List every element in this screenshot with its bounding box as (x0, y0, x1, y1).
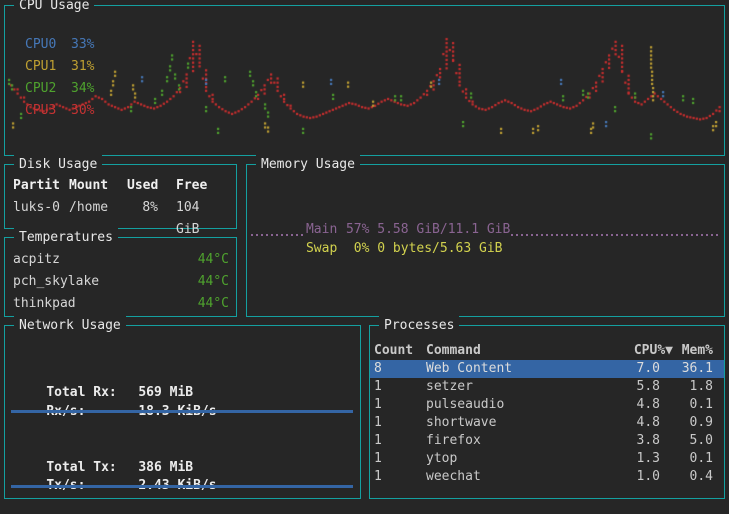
process-table-header: Count Command CPU%▼ Mem% (370, 342, 724, 360)
cpu2-legend-item: CPU234% (25, 78, 94, 100)
sensor-value: 44°C (198, 271, 229, 293)
disk-free: 104 GiB (158, 197, 230, 241)
temperatures-panel: Temperatures acpitz 44°C pch_skylake 44°… (4, 237, 237, 317)
header-command: Command (426, 342, 608, 360)
processes-panel-title: Processes (379, 316, 459, 335)
network-tx-rate: Tx/s:2.43 KiB/s (15, 457, 217, 476)
sensor-name: acpitz (13, 249, 60, 271)
process-row-firefox[interactable]: 1 firefox 3.8 5.0 (370, 432, 724, 450)
sensor-name: thinkpad (13, 293, 76, 315)
process-row-web-content[interactable]: 8 Web Content 7.0 36.1 (370, 360, 724, 378)
process-row-ytop[interactable]: 1 ytop 1.3 0.1 (370, 450, 724, 468)
memory-swap-row: Swap 0% 0 bytes/5.63 GiB (259, 220, 718, 239)
temperature-row-pch-skylake: pch_skylake 44°C (13, 271, 229, 293)
cpu-usage-graph (6, 7, 725, 155)
memory-main-row: Main57% 5.58 GiB/11.1 GiB (259, 201, 718, 220)
temperatures-panel-title: Temperatures (14, 228, 118, 247)
disk-table-row: luks-0 /home 8% 104 GiB (13, 197, 230, 219)
header-mem: Mem% (660, 342, 718, 360)
disk-used: 8% (127, 197, 158, 241)
memory-rows: Main57% 5.58 GiB/11.1 GiB Swap 0% 0 byte… (259, 201, 718, 239)
temperature-row-thinkpad: thinkpad 44°C (13, 293, 229, 315)
network-rx-rate: Rx/s:18.3 KiB/s (15, 383, 217, 402)
memory-swap-label: Swap (306, 239, 346, 258)
header-count: Count (374, 342, 426, 360)
process-row-setzer[interactable]: 1 setzer 5.8 1.8 (370, 378, 724, 396)
cpu-legend: CPU033% CPU131% CPU234% CPU330% (25, 34, 94, 122)
network-tx-sparkline (11, 485, 353, 488)
cpu3-legend-item: CPU330% (25, 100, 94, 122)
processes-panel: Processes Count Command CPU%▼ Mem% 8 Web… (369, 325, 725, 499)
sensor-name: pch_skylake (13, 271, 99, 293)
memory-panel-title: Memory Usage (256, 155, 360, 174)
network-panel-title: Network Usage (14, 316, 126, 335)
disk-table: Partit Mount Used Free luks-0 /home 8% 1… (13, 175, 230, 219)
network-rx-total: Total Rx:569 MiB (15, 364, 193, 383)
network-usage-panel: Network Usage Total Rx:569 MiB Rx/s:18.3… (4, 325, 361, 499)
network-tx-total: Total Tx:386 MiB (15, 439, 193, 458)
temperature-row-acpitz: acpitz 44°C (13, 249, 229, 271)
cpu0-percent: 33% (71, 37, 94, 52)
sensor-value: 44°C (198, 249, 229, 271)
memory-swap-value: 0% 0 bytes/5.63 GiB (346, 241, 503, 256)
sensor-value: 44°C (198, 293, 229, 315)
process-row-weechat[interactable]: 1 weechat 1.0 0.4 (370, 468, 724, 486)
cpu-usage-panel: CPU Usage CPU033% CPU131% CPU234% CPU330… (4, 5, 725, 156)
cpu3-percent: 30% (71, 103, 94, 118)
disk-usage-panel: Disk Usage Partit Mount Used Free luks-0… (4, 164, 237, 229)
network-rx-sparkline (11, 410, 353, 413)
disk-table-header: Partit Mount Used Free (13, 175, 230, 197)
process-row-shortwave[interactable]: 1 shortwave 4.8 0.9 (370, 414, 724, 432)
disk-panel-title: Disk Usage (14, 155, 102, 174)
cpu1-percent: 31% (71, 59, 94, 74)
temperature-list: acpitz 44°C pch_skylake 44°C thinkpad 44… (13, 249, 229, 315)
cpu1-legend-item: CPU131% (25, 56, 94, 78)
cpu2-percent: 34% (71, 81, 94, 96)
process-row-pulseaudio[interactable]: 1 pulseaudio 4.8 0.1 (370, 396, 724, 414)
memory-usage-panel: Memory Usage Main57% 5.58 GiB/11.1 GiB S… (246, 164, 725, 317)
process-table: Count Command CPU%▼ Mem% 8 Web Content 7… (370, 342, 724, 486)
cpu0-legend-item: CPU033% (25, 34, 94, 56)
